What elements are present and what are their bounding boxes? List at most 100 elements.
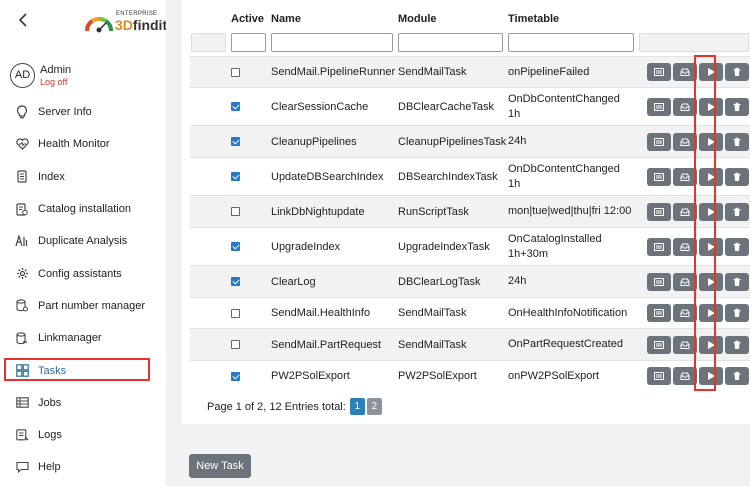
filter-module-input[interactable] (398, 33, 503, 52)
sidebar-item-linkmanager[interactable]: Linkmanager (0, 322, 166, 354)
timetable-lines: OnCatalogInstalled 1h+30m (508, 232, 602, 262)
header-active[interactable]: Active (231, 13, 264, 25)
page-1-button[interactable]: 1 (349, 398, 365, 415)
sidebar-item-help[interactable]: Help (0, 451, 166, 483)
active-checkbox[interactable] (231, 102, 240, 111)
details-icon (654, 102, 664, 112)
details-button[interactable] (647, 132, 671, 151)
task-module: UpgradeIndexTask (398, 240, 490, 253)
active-checkbox[interactable] (231, 172, 240, 181)
database-icon (15, 299, 29, 313)
sidebar-item-label: Logs (38, 429, 62, 442)
task-name: SendMail.PartRequest (271, 338, 382, 351)
table-row[interactable]: UpgradeIndex UpgradeIndexTask OnCatalogIns… (190, 227, 750, 265)
header-name[interactable]: Name (271, 13, 301, 25)
active-checkbox[interactable] (231, 67, 240, 77)
delete-button[interactable] (725, 335, 749, 354)
help-icon (15, 460, 29, 474)
active-checkbox[interactable] (231, 137, 240, 146)
header-timetable[interactable]: Timetable (508, 13, 559, 25)
timetable-line: OnHealthInfoNotification (508, 306, 628, 319)
details-button[interactable] (647, 202, 671, 221)
delete-button[interactable] (725, 202, 749, 221)
back-chevron-icon[interactable] (17, 12, 33, 30)
table-row[interactable]: SendMail.PartRequest SendMailTask OnPartRe… (190, 328, 750, 360)
delete-button[interactable] (725, 132, 749, 151)
active-checkbox[interactable] (231, 277, 240, 286)
sidebar-item-part-number-manager[interactable]: Part number manager (0, 290, 166, 322)
delete-button[interactable] (725, 272, 749, 291)
table-row[interactable]: ClearLog DBClearLogTask 24h (190, 265, 750, 297)
pager: Page 1 of 2, 12 Entries total: 1 2 (207, 398, 382, 415)
tasks-panel: Active Name Module Timetable SendMail.Pi… (182, 0, 750, 424)
sidebar-item-label: Catalog installation (38, 203, 131, 216)
logoff-link[interactable]: Log off (40, 77, 67, 87)
sidebar-item-index[interactable]: Index (0, 161, 166, 193)
details-button[interactable] (647, 367, 671, 385)
sidebar-item-server-info[interactable]: Server Info (0, 96, 166, 128)
pager-text: Page 1 of 2, 12 Entries total: (207, 400, 346, 413)
list-icon (15, 396, 29, 410)
active-checkbox[interactable] (231, 242, 240, 251)
timetable-lines: OnDbContentChanged 1h (508, 92, 620, 122)
delete-button[interactable] (725, 304, 749, 322)
new-task-button[interactable]: New Task (189, 454, 251, 478)
sidebar-item-label: Part number manager (38, 299, 145, 312)
inbox-icon (680, 371, 690, 381)
details-button[interactable] (647, 167, 671, 186)
active-checkbox[interactable] (231, 340, 240, 349)
inbox-icon (680, 340, 690, 350)
table-row[interactable]: UpdateDBSearchIndex DBSearchIndexTask OnDb… (190, 157, 750, 195)
details-icon (654, 137, 664, 147)
heart-icon (15, 137, 29, 151)
log-icon (15, 428, 29, 442)
delete-button[interactable] (725, 97, 749, 116)
table-row[interactable]: PW2PSolExport PW2PSolExport onPW2PSolExpor… (190, 360, 750, 391)
task-name: ClearLog (271, 275, 316, 288)
active-checkbox[interactable] (231, 207, 240, 216)
details-button[interactable] (647, 63, 671, 81)
sidebar-item-label: Jobs (38, 396, 62, 409)
filter-active-input[interactable] (231, 33, 266, 52)
inbox-icon (680, 207, 690, 217)
sidebar-item-config-assistants[interactable]: Config assistants (0, 257, 166, 289)
trash-icon (732, 242, 742, 252)
table-row[interactable]: SendMail.PipelineRunner SendMailTask onPip… (190, 56, 750, 87)
details-button[interactable] (647, 335, 671, 354)
task-module: SendMailTask (398, 307, 467, 319)
trash-icon (732, 172, 742, 182)
delete-button[interactable] (725, 237, 749, 256)
active-cell (231, 361, 240, 391)
page-2-button[interactable]: 2 (366, 398, 382, 415)
sidebar-item-label: Config assistants (38, 267, 122, 280)
active-cell (231, 329, 240, 360)
details-button[interactable] (647, 97, 671, 116)
avatar[interactable]: AD (10, 63, 35, 88)
sidebar-item-duplicate-analysis[interactable]: Duplicate Analysis (0, 225, 166, 257)
table-row[interactable]: CleanupPipelines CleanupPipelinesTask 24h (190, 125, 750, 157)
table-row[interactable]: ClearSessionCache DBClearCacheTask OnDbCon… (190, 87, 750, 125)
details-icon (654, 172, 664, 182)
delete-button[interactable] (725, 167, 749, 186)
table-row[interactable]: SendMail.HealthInfo SendMailTask OnHealthI… (190, 297, 750, 328)
details-button[interactable] (647, 237, 671, 256)
timetable-line: OnDbContentChanged (508, 162, 620, 175)
details-button[interactable] (647, 272, 671, 291)
details-button[interactable] (647, 304, 671, 322)
sidebar-item-logs[interactable]: Logs (0, 419, 166, 451)
active-checkbox[interactable] (231, 308, 240, 318)
sidebar-item-health-monitor[interactable]: Health Monitor (0, 128, 166, 160)
active-checkbox[interactable] (231, 371, 240, 381)
sidebar-item-jobs[interactable]: Jobs (0, 387, 166, 419)
delete-button[interactable] (725, 367, 749, 385)
inbox-icon (680, 137, 690, 147)
delete-button[interactable] (725, 63, 749, 81)
table-row[interactable]: LinkDbNightupdate RunScriptTask mon|tue|we… (190, 195, 750, 227)
filter-name-input[interactable] (271, 33, 393, 52)
filter-timetable-input[interactable] (508, 33, 634, 52)
inbox-icon (680, 277, 690, 287)
header-module[interactable]: Module (398, 13, 437, 25)
sidebar-item-catalog-installation[interactable]: Catalog installation (0, 193, 166, 225)
trash-icon (732, 277, 742, 287)
details-icon (654, 371, 664, 381)
